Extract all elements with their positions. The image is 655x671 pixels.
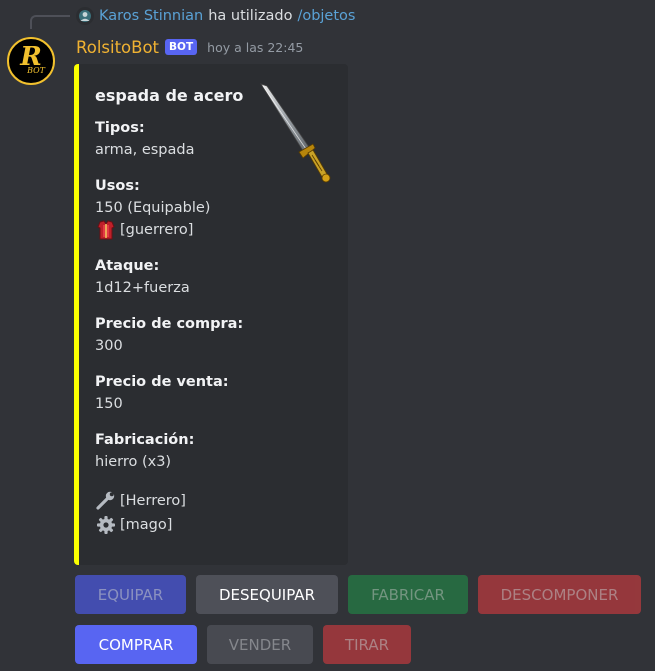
vender-button[interactable]: VENDER — [207, 625, 313, 664]
profession-label: [mago] — [120, 517, 173, 533]
message-timestamp: hoy a las 22:45 — [207, 39, 304, 55]
wrench-icon — [96, 491, 115, 510]
profession-herrero: [Herrero] — [95, 489, 334, 513]
desequipar-button[interactable]: DESEQUIPAR — [196, 575, 338, 614]
user-avatar-icon — [76, 7, 94, 25]
field-precio-compra: Precio de compra: 300 — [95, 313, 334, 357]
class-requirement: [guerrero] — [95, 219, 334, 241]
field-value: 150 (Equipable) — [95, 200, 211, 216]
bot-name[interactable]: RolsitoBot — [76, 38, 159, 57]
field-value: 150 — [95, 396, 123, 412]
bot-badge: BOT — [165, 39, 198, 55]
fabricar-button[interactable]: FABRICAR — [348, 575, 468, 614]
descomponer-button[interactable]: DESCOMPONER — [478, 575, 641, 614]
reply-command[interactable]: /objetos — [297, 8, 355, 24]
item-embed: espada de acero Tipos: arma, espada Usos… — [74, 64, 348, 565]
profession-mago: [mago] — [95, 513, 334, 537]
profession-label: [Herrero] — [120, 493, 186, 509]
field-name: Fabricación: — [95, 432, 195, 448]
class-label: [guerrero] — [120, 222, 194, 238]
reply-reference[interactable]: Karos Stinnian ha utilizado /objetos — [76, 6, 355, 26]
equipar-button[interactable]: EQUIPAR — [75, 575, 186, 614]
armor-icon — [97, 220, 115, 240]
field-value: hierro (x3) — [95, 454, 172, 470]
message-header: RolsitoBot BOT hoy a las 22:45 — [76, 36, 303, 58]
reply-username[interactable]: Karos Stinnian — [99, 8, 203, 24]
field-name: Precio de venta: — [95, 374, 229, 390]
field-precio-venta: Precio de venta: 150 — [95, 371, 334, 415]
comprar-button[interactable]: COMPRAR — [75, 625, 197, 664]
field-ataque: Ataque: 1d12+fuerza — [95, 255, 334, 299]
field-value: 300 — [95, 338, 123, 354]
embed-footer: [Herrero] [mago] — [95, 489, 334, 537]
reply-text: ha utilizado — [208, 8, 293, 24]
bot-avatar[interactable]: R BOT — [7, 37, 55, 85]
field-value: 1d12+fuerza — [95, 280, 190, 296]
gear-icon — [97, 516, 115, 534]
sword-icon[interactable] — [257, 82, 337, 184]
field-name: Precio de compra: — [95, 316, 244, 332]
reply-spine — [30, 15, 70, 29]
tirar-button[interactable]: TIRAR — [323, 625, 411, 664]
avatar-logo-sub: BOT — [27, 66, 45, 75]
field-usos: Usos: 150 (Equipable) [guerrero] — [95, 175, 334, 241]
field-name: Ataque: — [95, 258, 160, 274]
field-fabricacion: Fabricación: hierro (x3) — [95, 429, 334, 473]
